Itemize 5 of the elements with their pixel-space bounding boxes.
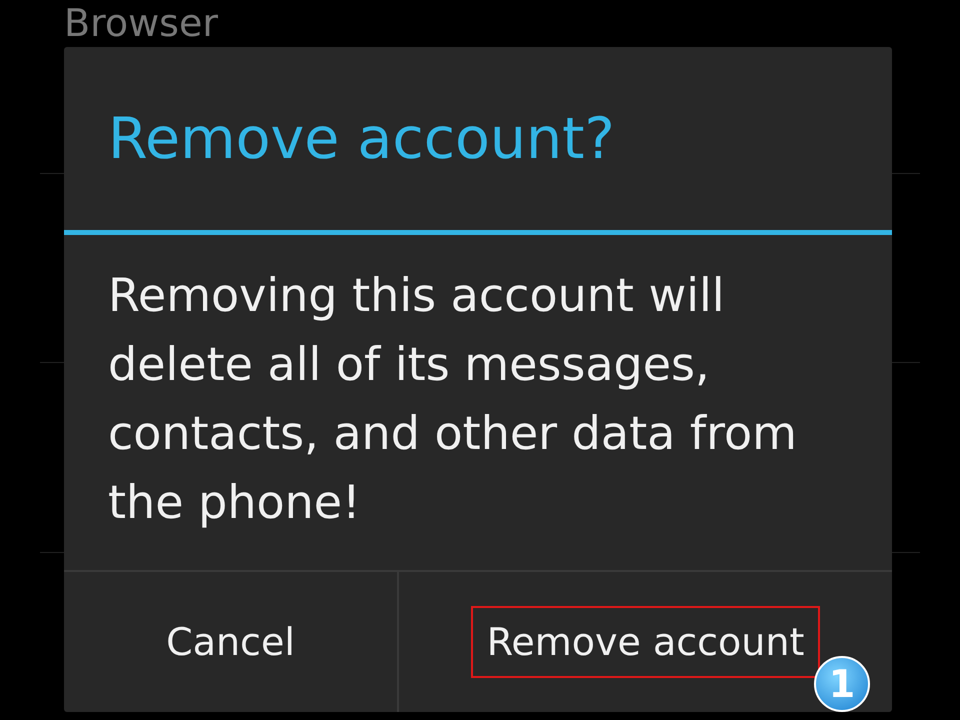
dialog-button[interactable]: Cancel: [150, 606, 311, 678]
screen-title: Browser: [64, 0, 218, 46]
dialog-title: Remove account?: [64, 47, 892, 235]
dialog-button[interactable]: Remove account: [470, 606, 820, 678]
dialog-message: Removing this account will delete all of its messages, contacts, and other data from the phone!: [107, 267, 798, 531]
